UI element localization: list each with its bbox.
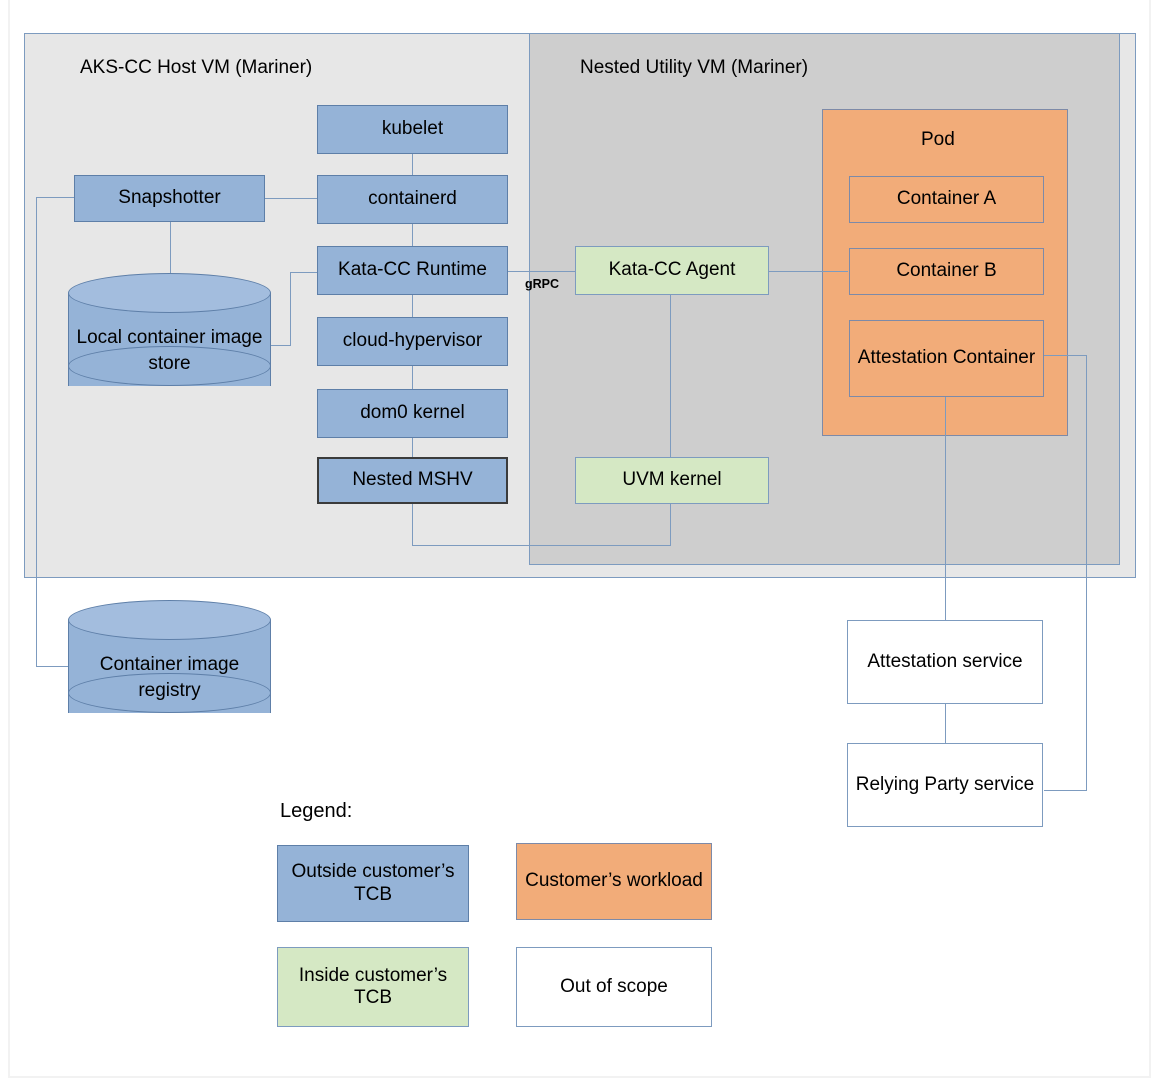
node-uvm-kernel[interactable]: UVM kernel — [575, 457, 769, 504]
edge-kata-runtime-agent — [508, 271, 575, 272]
node-label: Local container image store — [68, 325, 271, 376]
edge-kubelet-containerd — [412, 153, 413, 175]
node-relying-party-service[interactable]: Relying Party service — [847, 743, 1043, 827]
node-dom0-kernel[interactable]: dom0 kernel — [317, 389, 508, 438]
node-attestation-service[interactable]: Attestation service — [847, 620, 1043, 704]
edge-relying-party-right — [1044, 790, 1087, 791]
edge-attestation-container-right — [1044, 355, 1086, 356]
edge-agent-container-b — [769, 271, 848, 272]
node-label-line1: Container image registry — [99, 654, 240, 701]
edge-snapshotter-image-store — [170, 221, 171, 275]
node-container-image-registry[interactable]: Container image registry — [68, 600, 271, 733]
legend-title: Legend: — [280, 800, 353, 822]
edge-dom0-nested-mshv — [412, 438, 413, 458]
node-cloud-hypervisor[interactable]: cloud-hypervisor — [317, 317, 508, 366]
edge-image-store-kata-vertical — [290, 272, 291, 346]
edge-cloud-hypervisor-dom0 — [412, 365, 413, 389]
legend-swatch-customer-workload: Customer’s workload — [516, 843, 712, 920]
diagram-canvas: AKS-CC Host VM (Mariner) Nested Utility … — [0, 0, 1159, 1086]
edge-snapshotter-containerd — [265, 198, 317, 199]
edge-snapshotter-registry-bottom — [36, 666, 72, 667]
node-kata-cc-agent[interactable]: Kata-CC Agent — [575, 246, 769, 295]
edge-uvm-to-mshv-horizontal — [412, 545, 671, 546]
legend-swatch-outside-tcb: Outside customer’s TCB — [277, 845, 469, 922]
edge-snapshotter-registry-top — [36, 197, 74, 198]
edge-agent-uvm-kernel — [670, 295, 671, 457]
edge-snapshotter-registry-vertical — [36, 197, 37, 666]
cylinder-top — [68, 273, 271, 313]
panel-title-pod: Pod — [921, 129, 955, 150]
edge-mshv-up — [412, 504, 413, 546]
node-label-line1: Local container image store — [76, 327, 263, 374]
panel-title-nested-utility-vm: Nested Utility VM (Mariner) — [580, 57, 809, 78]
node-kata-cc-runtime[interactable]: Kata-CC Runtime — [317, 246, 508, 295]
cylinder-top — [68, 600, 271, 640]
panel-title-host-vm: AKS-CC Host VM (Mariner) — [80, 57, 313, 78]
node-containerd[interactable]: containerd — [317, 175, 508, 224]
node-local-container-image-store[interactable]: Local container image store — [68, 273, 271, 406]
edge-label-grpc: gRPC — [525, 277, 560, 291]
edge-image-store-kata-bottom — [268, 345, 290, 346]
edge-attestation-service-relying-party — [945, 703, 946, 744]
node-attestation-container[interactable]: Attestation Container — [849, 320, 1044, 397]
node-container-b[interactable]: Container B — [849, 248, 1044, 295]
legend-swatch-out-of-scope: Out of scope — [516, 947, 712, 1027]
node-kubelet[interactable]: kubelet — [317, 105, 508, 154]
edge-attestation-container-service — [945, 397, 946, 620]
edge-kata-runtime-cloud-hypervisor — [412, 295, 413, 317]
legend-swatch-inside-tcb: Inside customer’s TCB — [277, 947, 469, 1027]
node-snapshotter[interactable]: Snapshotter — [74, 175, 265, 222]
edge-image-store-kata-top — [290, 272, 317, 273]
edge-containerd-kata-runtime — [412, 223, 413, 247]
node-nested-mshv[interactable]: Nested MSHV — [317, 457, 508, 504]
edge-uvm-kernel-down — [670, 503, 671, 545]
node-container-a[interactable]: Container A — [849, 176, 1044, 223]
edge-attestation-right-vertical — [1086, 355, 1087, 790]
node-label: Container image registry — [68, 652, 271, 703]
